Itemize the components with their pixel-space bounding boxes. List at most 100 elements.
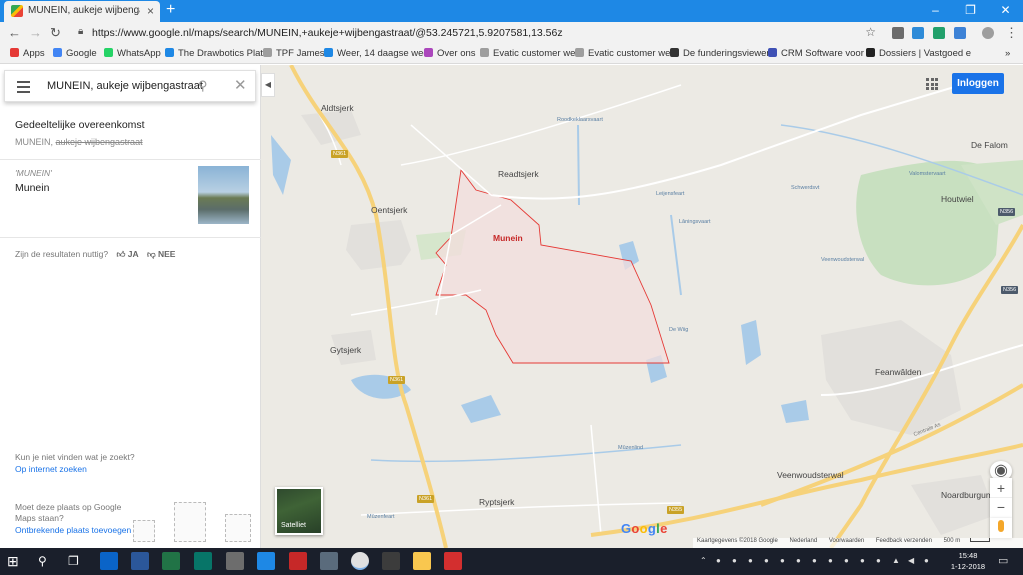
- taskbar-clock[interactable]: 15:48 1-12-2018: [948, 550, 988, 572]
- google-apps-icon[interactable]: [926, 78, 938, 90]
- thumbs-up-button[interactable]: 👍︎ JA: [116, 249, 138, 259]
- bookmark-whatsapp[interactable]: WhatsApp: [104, 48, 161, 59]
- minimize-icon[interactable]: –: [918, 0, 953, 22]
- selected-place-label[interactable]: Munein: [493, 233, 523, 243]
- tray-icon[interactable]: ●: [764, 556, 769, 565]
- bookmark-weer[interactable]: Weer, 14 daagse wee: [324, 48, 429, 59]
- logo-letter: g: [647, 521, 657, 536]
- maximize-icon[interactable]: ❐: [953, 0, 988, 22]
- app-icon[interactable]: [320, 552, 338, 570]
- notifications-icon[interactable]: ▭: [998, 554, 1008, 567]
- search-icon[interactable]: ⚲: [38, 552, 56, 570]
- bookmark-drawbotics[interactable]: The Drawbotics Platf: [165, 48, 266, 59]
- tray-icon[interactable]: ●: [732, 556, 737, 565]
- bookmark-apps[interactable]: Apps: [10, 48, 45, 59]
- bookmark-tpf-james[interactable]: TPF James: [263, 48, 325, 59]
- collapse-panel-button[interactable]: ◀: [261, 73, 275, 97]
- reload-icon[interactable]: ↻: [50, 25, 61, 41]
- close-window-icon[interactable]: ✕: [988, 0, 1023, 22]
- app-icon[interactable]: [226, 552, 244, 570]
- windows-start-icon[interactable]: ⊞: [7, 552, 25, 570]
- search-input[interactable]: MUNEIN, aukeje wijbengastraat: [47, 80, 203, 92]
- tray-icon[interactable]: ●: [828, 556, 833, 565]
- tpf-icon: [263, 48, 272, 57]
- terms-link[interactable]: Voorwaarden: [829, 538, 864, 544]
- clock-time: 15:48: [958, 551, 978, 560]
- logo-letter: o: [631, 521, 640, 536]
- feedback-link[interactable]: Feedback verzenden: [876, 538, 932, 544]
- bookmark-evatic-1[interactable]: Evatic customer web: [480, 48, 581, 59]
- tray-icon[interactable]: ●: [780, 556, 785, 565]
- close-tab-icon[interactable]: ×: [147, 4, 154, 18]
- region-link[interactable]: Nederland: [789, 538, 817, 544]
- tray-icon[interactable]: ●: [924, 556, 929, 565]
- tray-icon[interactable]: ●: [812, 556, 817, 565]
- tray-icon[interactable]: ⌃: [700, 556, 707, 565]
- bookmark-dossiers[interactable]: Dossiers | Vastgoed e: [866, 48, 971, 59]
- app-icon[interactable]: [257, 552, 275, 570]
- chrome-icon[interactable]: [351, 552, 369, 570]
- zoom-in-icon[interactable]: +: [990, 478, 1012, 498]
- add-missing-place-link[interactable]: Ontbrekende plaats toevoegen: [15, 525, 131, 535]
- map-data-credit[interactable]: Kaartgegevens ©2018 Google: [697, 538, 778, 544]
- tray-icon[interactable]: ●: [844, 556, 849, 565]
- no-label: NEE: [157, 249, 176, 259]
- clear-search-icon[interactable]: ✕: [234, 76, 247, 94]
- tray-icon[interactable]: ●: [716, 556, 721, 565]
- volume-icon[interactable]: ◀: [908, 556, 914, 565]
- outlook-icon[interactable]: [100, 552, 118, 570]
- menu-dots-icon[interactable]: ⋮: [1005, 25, 1018, 41]
- excel-icon[interactable]: [162, 552, 180, 570]
- app-icon[interactable]: [289, 552, 307, 570]
- bookmarks-bar: Apps Google WhatsApp The Drawbotics Plat…: [0, 44, 1023, 64]
- file-explorer-icon[interactable]: [413, 552, 431, 570]
- crm-icon: [768, 48, 777, 57]
- menu-icon[interactable]: [17, 81, 30, 96]
- bookmark-funderingsviewer[interactable]: De funderingsviewer: [670, 48, 770, 59]
- satellite-toggle[interactable]: Satelliet: [275, 487, 323, 535]
- water-label: De Wiig: [669, 327, 689, 333]
- task-view-icon[interactable]: ❐: [68, 552, 86, 570]
- new-tab-icon[interactable]: +: [166, 1, 175, 19]
- search-icon[interactable]: ⚲: [198, 78, 208, 94]
- search-internet-link[interactable]: Op internet zoeken: [15, 464, 87, 474]
- zoom-out-icon[interactable]: −: [990, 498, 1012, 518]
- pegman-icon[interactable]: [990, 518, 1012, 538]
- tray-icon[interactable]: ●: [876, 556, 881, 565]
- bookmark-crm[interactable]: CRM Software voor e: [768, 48, 872, 59]
- thumbs-down-button[interactable]: 👎︎ NEE: [147, 249, 175, 259]
- town-label: Houtwiel: [941, 194, 974, 204]
- back-icon[interactable]: ←: [8, 25, 21, 40]
- town-area-feanwalden: [821, 320, 961, 435]
- login-button[interactable]: Inloggen: [952, 73, 1004, 94]
- bookmark-label: CRM Software voor e: [781, 48, 872, 59]
- page-icon: [575, 48, 584, 57]
- address-bar[interactable]: 🔒︎ https://www.google.nl/maps/search/MUN…: [72, 24, 882, 42]
- extension-icon[interactable]: [954, 27, 966, 39]
- extension-icon[interactable]: [933, 27, 945, 39]
- bookmark-label: The Drawbotics Platf: [178, 48, 266, 59]
- bookmark-evatic-2[interactable]: Evatic customer web: [575, 48, 676, 59]
- forward-icon[interactable]: →: [29, 25, 42, 40]
- bookmark-over-ons[interactable]: Over ons: [424, 48, 476, 59]
- bookmark-star-icon[interactable]: ☆: [865, 25, 876, 39]
- result-photo: [198, 166, 249, 224]
- more-bookmarks-icon[interactable]: »: [1005, 48, 1010, 59]
- tray-icon[interactable]: ●: [748, 556, 753, 565]
- tray-icon[interactable]: ●: [860, 556, 865, 565]
- extension-icon[interactable]: [912, 27, 924, 39]
- tray-icon[interactable]: ●: [796, 556, 801, 565]
- publisher-icon[interactable]: [194, 552, 212, 570]
- app-icon[interactable]: [382, 552, 400, 570]
- word-icon[interactable]: [131, 552, 149, 570]
- tab-title: MUNEIN, aukeje wijbengastraat: [28, 5, 140, 16]
- map-canvas[interactable]: Aldtsjerk Readtsjerk Oentsjerk Gytsjerk …: [261, 65, 1023, 548]
- profile-avatar-icon[interactable]: [982, 27, 994, 39]
- acrobat-icon[interactable]: [444, 552, 462, 570]
- bookmark-google[interactable]: Google: [53, 48, 97, 59]
- cast-icon[interactable]: [892, 27, 904, 39]
- network-icon[interactable]: ▲: [892, 556, 900, 565]
- browser-tab[interactable]: MUNEIN, aukeje wijbengastraat ×: [4, 1, 160, 22]
- divider: [0, 237, 261, 238]
- matched-text: MUNEIN,: [15, 137, 53, 147]
